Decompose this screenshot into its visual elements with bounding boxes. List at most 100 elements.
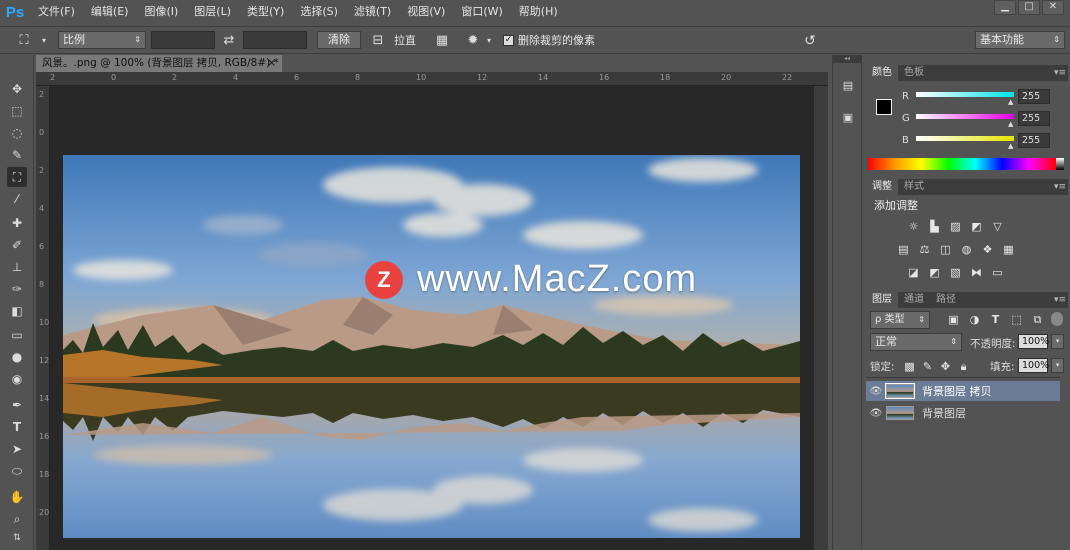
- restore-button[interactable]: □: [1018, 0, 1040, 15]
- tab-paths[interactable]: 路径: [930, 292, 962, 308]
- tab-channels[interactable]: 通道: [898, 292, 930, 308]
- menu-type[interactable]: 类型(Y): [239, 0, 292, 24]
- panel-menu-icon[interactable]: ▾≡: [1054, 292, 1066, 308]
- history-brush-tool-icon[interactable]: ✑: [7, 279, 27, 299]
- tab-styles[interactable]: 样式: [898, 179, 930, 195]
- gradient-tool-icon[interactable]: ▭: [7, 325, 27, 345]
- quick-select-tool-icon[interactable]: ✎: [7, 145, 27, 165]
- path-select-tool-icon[interactable]: ➤: [7, 439, 27, 459]
- straighten-icon[interactable]: ⊟: [370, 33, 386, 49]
- tab-color[interactable]: 颜色: [866, 65, 898, 81]
- vertical-scrollbar[interactable]: [814, 86, 828, 550]
- layer-row-background-copy[interactable]: 👁︎ 背景图层 拷贝: [866, 381, 1060, 401]
- dodge-tool-icon[interactable]: ◉: [7, 369, 27, 389]
- levels-icon[interactable]: ▙: [927, 220, 942, 233]
- swap-icon[interactable]: ⇄: [221, 33, 237, 49]
- close-button[interactable]: ✕: [1042, 0, 1064, 15]
- tab-swatches[interactable]: 色板: [898, 65, 930, 81]
- reset-icon[interactable]: ↺: [802, 33, 818, 49]
- posterize-icon[interactable]: ◩: [927, 266, 942, 279]
- slider-handle-icon[interactable]: ▲: [1008, 142, 1013, 150]
- brush-tool-icon[interactable]: ✐: [7, 235, 27, 255]
- blur-tool-icon[interactable]: ●: [7, 347, 27, 367]
- layers-empty-area[interactable]: [866, 425, 1060, 550]
- channel-b-value[interactable]: 255: [1018, 133, 1050, 148]
- eraser-tool-icon[interactable]: ◧: [7, 301, 27, 321]
- black-white-ramp[interactable]: [1056, 158, 1064, 170]
- selective-color-icon[interactable]: ⧓: [969, 266, 984, 279]
- workspace-select[interactable]: 基本功能 ⇕: [975, 31, 1065, 49]
- menu-edit[interactable]: 编辑(E): [83, 0, 137, 24]
- channel-mixer-icon[interactable]: ❖: [980, 243, 995, 256]
- history-panel-icon[interactable]: ▤: [839, 77, 857, 95]
- swap-colors-icon[interactable]: ⇅: [7, 531, 27, 545]
- ratio-select[interactable]: 比例 ⇕: [58, 31, 146, 49]
- tab-layers[interactable]: 图层: [866, 292, 898, 308]
- channel-b-slider[interactable]: [916, 136, 1014, 141]
- brightness-contrast-icon[interactable]: ☼: [906, 220, 921, 233]
- eye-icon[interactable]: 👁︎: [866, 386, 886, 397]
- lock-all-icon[interactable]: 🔒︎: [956, 360, 971, 373]
- photo-filter-icon[interactable]: ◍: [959, 243, 974, 256]
- menu-layer[interactable]: 图层(L): [186, 0, 239, 24]
- crop-tool-preset-icon[interactable]: ⛶: [16, 33, 32, 49]
- landscape-image[interactable]: [63, 155, 800, 538]
- lasso-tool-icon[interactable]: ◌: [7, 123, 27, 143]
- pen-tool-icon[interactable]: ✒: [7, 395, 27, 415]
- properties-panel-icon[interactable]: ▣: [839, 109, 857, 127]
- close-icon[interactable]: ×: [267, 55, 276, 72]
- marquee-tool-icon[interactable]: ⬚: [7, 101, 27, 121]
- chevron-down-icon[interactable]: ▾: [1051, 334, 1064, 349]
- eye-icon[interactable]: 👁︎: [866, 408, 886, 419]
- filter-adjustment-icon[interactable]: ◑: [967, 313, 982, 326]
- fill-input[interactable]: 100%: [1018, 358, 1049, 373]
- gear-icon[interactable]: ✹: [465, 33, 481, 49]
- slider-handle-icon[interactable]: ▲: [1008, 120, 1013, 128]
- delete-cropped-checkbox[interactable]: ✓: [503, 35, 514, 46]
- width-input[interactable]: [151, 31, 215, 49]
- chevron-down-icon[interactable]: ▾: [1051, 358, 1064, 373]
- vibrance-icon[interactable]: ▽: [990, 220, 1005, 233]
- hand-tool-icon[interactable]: ✋: [7, 487, 27, 507]
- healing-brush-tool-icon[interactable]: ✚: [7, 213, 27, 233]
- menu-file[interactable]: 文件(F): [30, 0, 83, 24]
- channel-r-slider[interactable]: [916, 92, 1014, 97]
- crop-tool-icon[interactable]: ⛶: [7, 167, 27, 187]
- menu-image[interactable]: 图像(I): [136, 0, 186, 24]
- color-balance-icon[interactable]: ⚖: [917, 243, 932, 256]
- filter-toggle[interactable]: [1051, 312, 1063, 326]
- chevron-down-icon[interactable]: ▾: [481, 33, 497, 49]
- type-tool-icon[interactable]: T: [7, 417, 27, 437]
- height-input[interactable]: [243, 31, 307, 49]
- panel-menu-icon[interactable]: ▾≡: [1054, 179, 1066, 195]
- channel-r-value[interactable]: 255: [1018, 89, 1050, 104]
- layer-filter-select[interactable]: ρ 类型 ⇕: [870, 311, 930, 329]
- curves-icon[interactable]: ▨: [948, 220, 963, 233]
- tab-adjustments[interactable]: 调整: [866, 179, 898, 195]
- menu-help[interactable]: 帮助(H): [511, 0, 566, 24]
- move-tool-icon[interactable]: ✥: [7, 79, 27, 99]
- threshold-icon[interactable]: ▧: [948, 266, 963, 279]
- lock-transparent-icon[interactable]: ▩: [902, 360, 917, 373]
- panel-menu-icon[interactable]: ▾≡: [1054, 65, 1066, 81]
- clear-button[interactable]: 清除: [317, 31, 361, 49]
- dock-collapse-icon[interactable]: ◂◂: [833, 55, 861, 63]
- straighten-label[interactable]: 拉直: [394, 33, 416, 49]
- blend-mode-select[interactable]: 正常 ⇕: [870, 333, 962, 351]
- menu-window[interactable]: 窗口(W): [453, 0, 510, 24]
- black-white-icon[interactable]: ◫: [938, 243, 953, 256]
- hue-saturation-icon[interactable]: ▤: [896, 243, 911, 256]
- slider-handle-icon[interactable]: ▲: [1008, 98, 1013, 106]
- ellipse-tool-icon[interactable]: ⬭: [7, 461, 27, 481]
- channel-g-value[interactable]: 255: [1018, 111, 1050, 126]
- grid-overlay-icon[interactable]: ▦: [434, 33, 450, 49]
- zoom-tool-icon[interactable]: ⌕: [7, 509, 27, 529]
- chevron-down-icon[interactable]: ▾: [36, 33, 52, 49]
- eyedropper-tool-icon[interactable]: ⁄: [7, 189, 27, 209]
- exposure-icon[interactable]: ◩: [969, 220, 984, 233]
- gradient-map-icon[interactable]: ▭: [990, 266, 1005, 279]
- foreground-color-swatch[interactable]: [876, 99, 892, 115]
- channel-g-slider[interactable]: [916, 114, 1014, 119]
- opacity-input[interactable]: 100%: [1018, 334, 1049, 349]
- menu-select[interactable]: 选择(S): [292, 0, 346, 24]
